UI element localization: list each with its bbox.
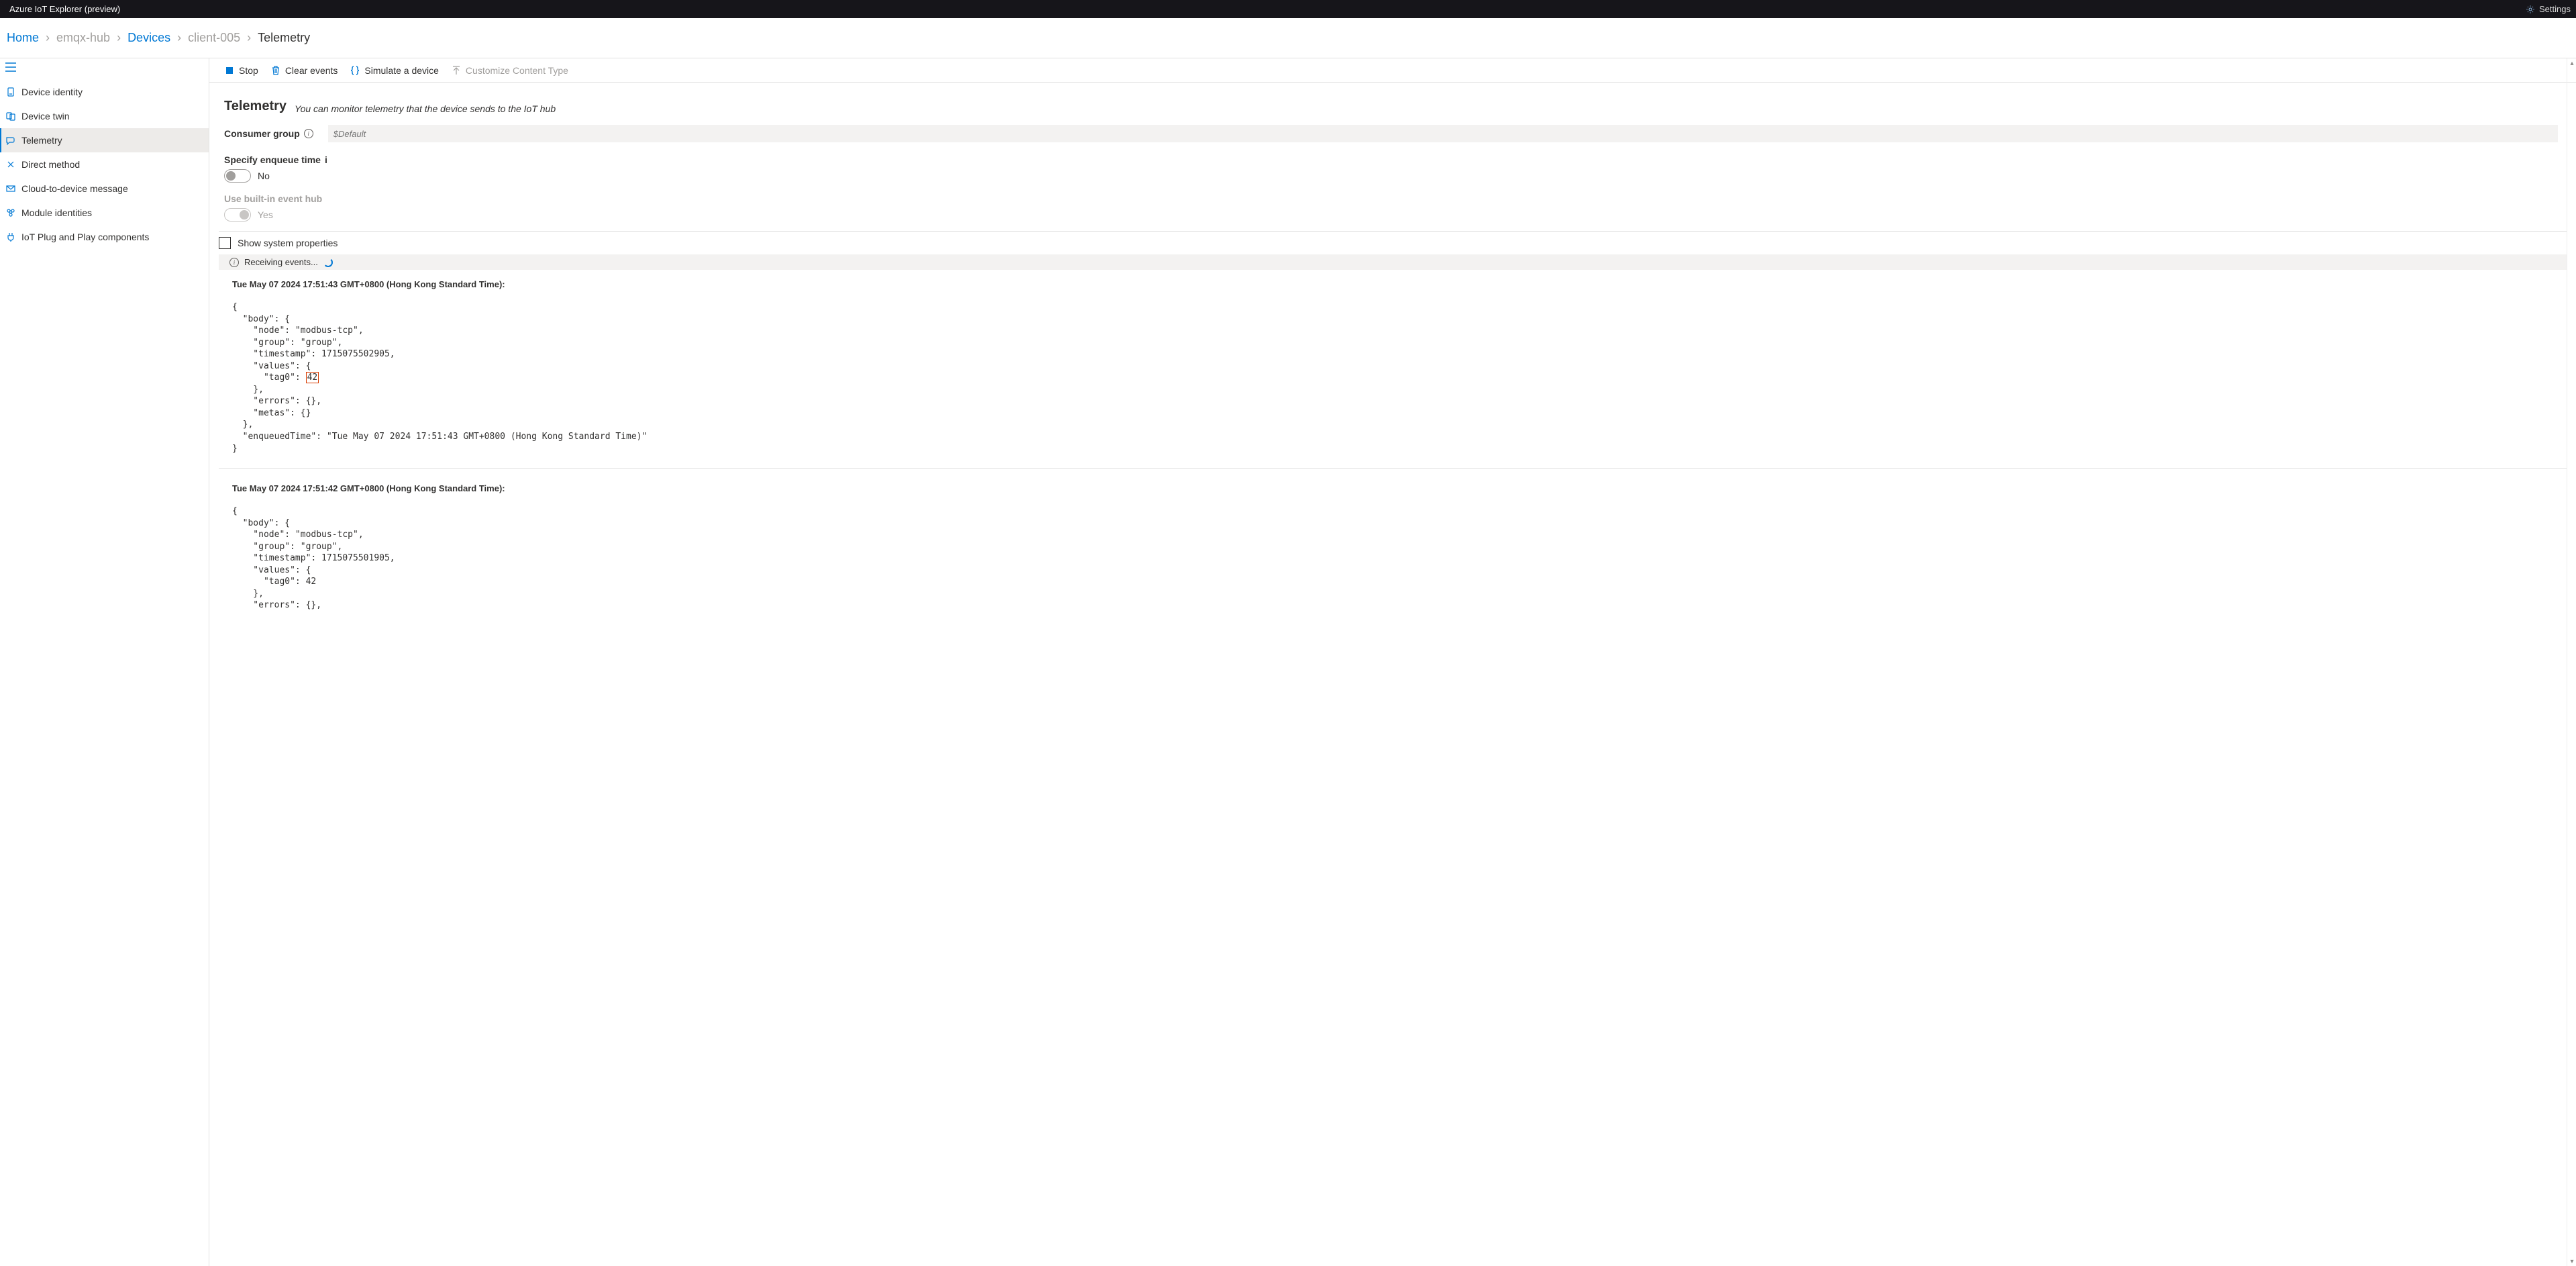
sidebar-item-telemetry[interactable]: Telemetry — [0, 128, 209, 152]
breadcrumb-devices[interactable]: Devices — [127, 31, 170, 45]
consumer-group-label: Consumer group i — [224, 128, 313, 139]
spinner-icon — [323, 258, 333, 267]
sidebar-item-device-identity[interactable]: Device identity — [0, 80, 209, 104]
upload-icon — [451, 65, 462, 76]
event-hub-value: Yes — [258, 209, 273, 220]
sidebar-item-label: Module identities — [21, 207, 92, 218]
show-system-properties-label: Show system properties — [238, 238, 338, 248]
chevron-right-icon: › — [117, 31, 121, 45]
braces-icon — [350, 65, 360, 76]
event-body: { "body": { "node": "modbus-tcp", "group… — [232, 505, 2553, 612]
highlighted-value: 42 — [306, 372, 319, 383]
sidebar-item-label: Cloud-to-device message — [21, 183, 128, 194]
sidebar-item-device-twin[interactable]: Device twin — [0, 104, 209, 128]
sidebar-item-label: Device identity — [21, 87, 83, 97]
sidebar-item-pnp[interactable]: IoT Plug and Play components — [0, 225, 209, 249]
breadcrumb-page: Telemetry — [258, 31, 310, 45]
info-icon: i — [229, 258, 239, 267]
event-separator — [219, 468, 2567, 469]
plug-icon — [5, 232, 16, 242]
customize-label: Customize Content Type — [466, 65, 568, 76]
sidebar-item-label: IoT Plug and Play components — [21, 232, 149, 242]
chevron-right-icon: › — [247, 31, 251, 45]
scroll-down-icon[interactable]: ▾ — [2567, 1257, 2576, 1266]
event-hub-label: Use built-in event hub — [224, 193, 322, 204]
info-icon[interactable]: i — [304, 129, 313, 138]
simulate-device-button[interactable]: Simulate a device — [350, 65, 439, 76]
stop-button[interactable]: Stop — [224, 65, 258, 76]
sidebar: Device identity Device twin Telemetry Di… — [0, 58, 209, 1266]
gear-icon — [2526, 5, 2535, 14]
event-timestamp: Tue May 07 2024 17:51:42 GMT+0800 (Hong … — [232, 483, 2553, 493]
settings-label: Settings — [2539, 4, 2571, 14]
settings-button[interactable]: Settings — [2526, 4, 2571, 14]
simulate-label: Simulate a device — [364, 65, 439, 76]
sidebar-item-modules[interactable]: Module identities — [0, 201, 209, 225]
device-identity-icon — [5, 87, 16, 97]
event-timestamp: Tue May 07 2024 17:51:43 GMT+0800 (Hong … — [232, 279, 2553, 289]
status-bar: i Receiving events... — [219, 254, 2567, 270]
breadcrumb-hub[interactable]: emqx-hub — [56, 31, 110, 45]
breadcrumb-device[interactable]: client-005 — [188, 31, 240, 45]
event-body: { "body": { "node": "modbus-tcp", "group… — [232, 301, 2553, 454]
sidebar-item-c2d[interactable]: Cloud-to-device message — [0, 177, 209, 201]
enqueue-time-label: Specify enqueue time i — [224, 154, 327, 165]
hamburger-button[interactable] — [0, 58, 209, 76]
telemetry-event: Tue May 07 2024 17:51:42 GMT+0800 (Hong … — [209, 474, 2576, 620]
trash-icon — [270, 65, 281, 76]
device-twin-icon — [5, 111, 16, 121]
vertical-scrollbar[interactable]: ▴ ▾ — [2567, 58, 2576, 1266]
sidebar-item-direct-method[interactable]: Direct method — [0, 152, 209, 177]
direct-method-icon — [5, 159, 16, 170]
breadcrumb-home[interactable]: Home — [7, 31, 39, 45]
clear-label: Clear events — [285, 65, 338, 76]
telemetry-event: Tue May 07 2024 17:51:43 GMT+0800 (Hong … — [209, 270, 2576, 462]
info-icon[interactable]: i — [325, 154, 327, 165]
enqueue-time-toggle[interactable] — [224, 169, 251, 183]
page-subtitle: You can monitor telemetry that the devic… — [295, 103, 556, 114]
sidebar-item-label: Telemetry — [21, 135, 62, 146]
main-area: Stop Clear events Simulate a device Cust… — [209, 58, 2576, 1266]
title-bar: Azure IoT Explorer (preview) Settings — [0, 0, 2576, 18]
modules-icon — [5, 207, 16, 218]
hamburger-icon — [5, 62, 16, 72]
consumer-group-input[interactable] — [328, 125, 2558, 142]
chevron-right-icon: › — [177, 31, 181, 45]
customize-content-type-button: Customize Content Type — [451, 65, 568, 76]
enqueue-time-value: No — [258, 171, 270, 181]
chevron-right-icon: › — [46, 31, 50, 45]
breadcrumb: Home › emqx-hub › Devices › client-005 ›… — [0, 18, 2576, 58]
content-scroll[interactable]: Telemetry You can monitor telemetry that… — [209, 83, 2576, 1266]
stop-icon — [224, 65, 235, 76]
clear-events-button[interactable]: Clear events — [270, 65, 338, 76]
sidebar-item-label: Direct method — [21, 159, 80, 170]
sidebar-item-label: Device twin — [21, 111, 70, 121]
envelope-icon — [5, 183, 16, 194]
app-title: Azure IoT Explorer (preview) — [5, 4, 120, 14]
command-bar: Stop Clear events Simulate a device Cust… — [209, 58, 2576, 83]
stop-label: Stop — [239, 65, 258, 76]
page-title: Telemetry — [224, 99, 287, 114]
event-hub-toggle — [224, 208, 251, 222]
telemetry-icon — [5, 135, 16, 146]
show-system-properties-checkbox[interactable] — [219, 237, 231, 249]
status-text: Receiving events... — [244, 257, 318, 267]
scroll-up-icon[interactable]: ▴ — [2567, 58, 2576, 68]
